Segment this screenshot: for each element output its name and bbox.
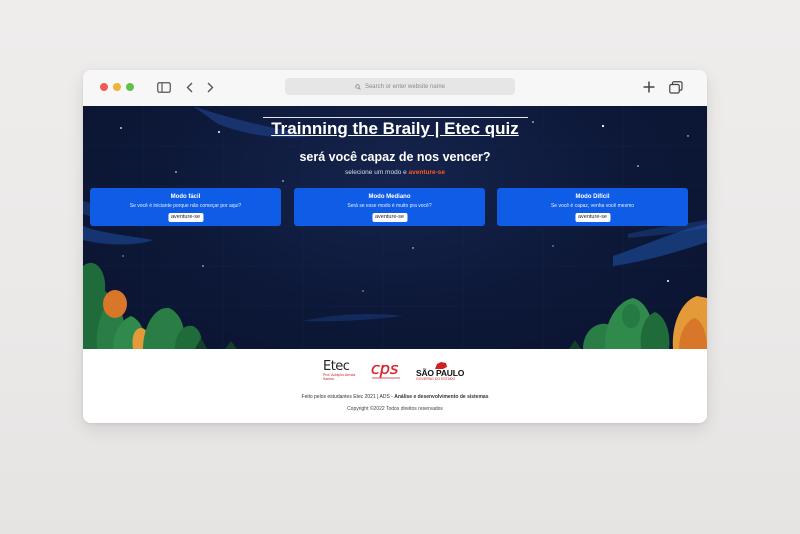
page-subtitle: será você capaz de nos vencer?: [299, 150, 491, 164]
sidebar-icon[interactable]: [156, 79, 172, 95]
mode-card-easy[interactable]: Modo fácil Se você é iniciante porque nã…: [90, 188, 281, 226]
page-title: Trainning the Braily | Etec quiz: [271, 119, 519, 138]
mode-card-title: Modo Mediano: [368, 194, 411, 200]
etec-logo: Etec Prof. Adolpho Arruda Santos: [323, 360, 359, 382]
tab-overview-icon[interactable]: [668, 79, 684, 95]
select-mode-accent: aventure-se: [408, 169, 446, 176]
credit-text: Feito pelos estudantes Etec 2021 | ADS -: [301, 394, 393, 400]
mode-card-description: Se você é iniciante porque não começar p…: [129, 203, 242, 209]
close-window-button[interactable]: [100, 83, 108, 91]
sao-paulo-logo-tagline: GOVERNO DO ESTADO: [416, 377, 456, 381]
mode-card-hard[interactable]: Modo Difícil Se você é capaz, venha você…: [497, 188, 688, 226]
browser-window: Search or enter website name Trainning t…: [83, 70, 707, 423]
mode-card-description: Será se esse modo é muito pra você?: [347, 203, 432, 209]
browser-toolbar: Search or enter website name: [83, 70, 707, 107]
address-placeholder: Search or enter website name: [364, 83, 446, 90]
mode-card-description: Se você é capaz, venha você mesmo: [550, 203, 635, 209]
title-rule: [263, 117, 528, 118]
mode-card-title: Modo fácil: [170, 194, 201, 200]
search-icon: [355, 83, 361, 90]
page-footer: Etec Prof. Adolpho Arruda Santos cps SÃO…: [83, 349, 707, 423]
easy-mode-button[interactable]: aventure-se: [167, 213, 204, 222]
mode-card-title: Modo Difícil: [575, 194, 610, 200]
etec-logo-word: Etec: [323, 359, 350, 374]
new-tab-plus-icon[interactable]: [641, 79, 657, 95]
minimize-window-button[interactable]: [113, 83, 121, 91]
select-mode-text: selecione um modo e aventure-se: [83, 169, 707, 176]
credit-course: Análise e desenvolvimento de sistemas: [394, 394, 489, 400]
back-arrow-icon[interactable]: [183, 79, 195, 95]
etec-logo-tagline: Prof. Adolpho Arruda Santos: [323, 373, 356, 381]
copyright-text: Copyright ©2022 Todos direitos reservado…: [347, 406, 443, 412]
night-forest-illustration: [83, 106, 707, 349]
hero-section: Trainning the Braily | Etec quiz será vo…: [83, 106, 707, 349]
medium-mode-button[interactable]: aventure-se: [371, 213, 408, 222]
maximize-window-button[interactable]: [126, 83, 134, 91]
select-mode-prefix: selecione um modo e: [344, 169, 409, 176]
hard-mode-button[interactable]: aventure-se: [574, 213, 611, 222]
credit-line: Feito pelos estudantes Etec 2021 | ADS -…: [83, 394, 707, 400]
cps-logo-word: cps: [371, 359, 398, 378]
address-bar[interactable]: Search or enter website name: [285, 78, 515, 95]
cps-logo: cps: [370, 358, 404, 384]
sao-paulo-logo: SÃO PAULO GOVERNO DO ESTADO: [416, 361, 472, 383]
mode-card-medium[interactable]: Modo Mediano Será se esse modo é muito p…: [294, 188, 485, 226]
forward-arrow-icon[interactable]: [204, 79, 216, 95]
